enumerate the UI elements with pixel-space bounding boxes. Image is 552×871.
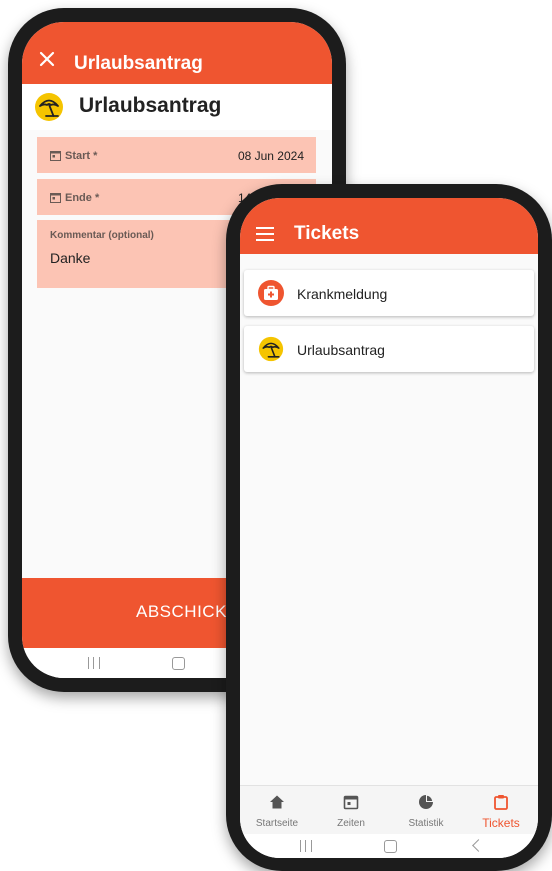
leave-appbar: Urlaubsantrag [22, 22, 332, 84]
ticket-item-krankmeldung[interactable]: Krankmeldung [244, 270, 534, 316]
recent-apps-icon[interactable] [300, 840, 312, 852]
leave-section-title: Urlaubsantrag [79, 94, 222, 117]
home-button-icon[interactable] [384, 840, 397, 853]
start-date-field[interactable]: Start * 08 Jun 2024 [37, 137, 316, 173]
leave-appbar-title: Urlaubsantrag [74, 53, 203, 74]
nav-startseite[interactable]: Startseite [240, 786, 314, 834]
nav-label: Tickets [482, 816, 520, 830]
calendar-icon [50, 193, 61, 203]
phone-tickets: Tickets Krankmeldung Urlaubsantrag Start… [226, 184, 552, 871]
tickets-appbar: Tickets [240, 198, 538, 254]
nav-label: Statistik [408, 818, 444, 829]
tickets-appbar-title: Tickets [294, 223, 360, 244]
ticket-item-label: Krankmeldung [297, 286, 388, 302]
tickets-screen: Tickets Krankmeldung Urlaubsantrag Start… [240, 198, 538, 858]
beach-umbrella-icon [35, 93, 63, 121]
home-icon [270, 795, 284, 809]
pie-chart-icon [419, 794, 434, 809]
first-aid-kit-icon [258, 280, 284, 306]
end-date-label: Ende * [65, 192, 100, 204]
calendar-icon [50, 151, 61, 161]
clipboard-icon [494, 795, 508, 810]
comment-label: Kommentar (optional) [50, 230, 154, 241]
home-button-icon[interactable] [172, 657, 185, 670]
beach-umbrella-icon [258, 336, 284, 362]
calendar-icon [343, 795, 359, 810]
bottom-navigation: Startseite Zeiten Statistik Tickets [240, 785, 538, 834]
system-nav-bar [240, 834, 538, 858]
nav-zeiten[interactable]: Zeiten [314, 786, 388, 834]
recent-apps-icon[interactable] [88, 657, 100, 669]
close-icon[interactable] [38, 50, 56, 68]
start-date-value: 08 Jun 2024 [237, 149, 304, 163]
back-icon[interactable] [472, 839, 485, 852]
comment-value: Danke [50, 250, 91, 266]
ticket-item-urlaubsantrag[interactable]: Urlaubsantrag [244, 326, 534, 372]
nav-label: Zeiten [337, 818, 365, 829]
start-date-label: Start * [65, 150, 98, 162]
hamburger-menu-icon[interactable] [256, 227, 274, 241]
nav-statistik[interactable]: Statistik [389, 786, 463, 834]
ticket-item-label: Urlaubsantrag [297, 342, 385, 358]
leave-section-header: Urlaubsantrag [22, 84, 332, 130]
nav-tickets[interactable]: Tickets [464, 786, 538, 834]
nav-label: Startseite [255, 818, 299, 829]
